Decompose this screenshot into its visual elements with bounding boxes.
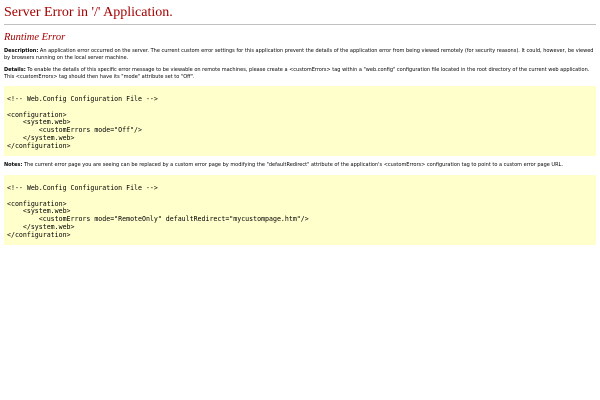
notes-paragraph: Notes: The current error page you are se… xyxy=(4,162,596,169)
error-subtitle: Runtime Error xyxy=(4,32,66,43)
description-paragraph: Description: An application error occurr… xyxy=(4,48,596,61)
description-text: An application error occurred on the ser… xyxy=(4,48,594,61)
title-divider xyxy=(4,24,596,25)
details-paragraph: Details: To enable the details of this s… xyxy=(4,67,596,80)
notes-label: Notes: xyxy=(4,162,23,168)
description-label: Description: xyxy=(4,48,39,54)
page-title: Server Error in '/' Application. xyxy=(4,5,173,20)
config-code-block-remoteonly: <!-- Web.Config Configuration File --> <… xyxy=(4,175,596,245)
config-code-block-off: <!-- Web.Config Configuration File --> <… xyxy=(4,86,596,156)
details-label: Details: xyxy=(4,67,26,73)
notes-text: The current error page you are seeing ca… xyxy=(22,162,563,168)
details-text: To enable the details of this specific e… xyxy=(4,67,590,80)
